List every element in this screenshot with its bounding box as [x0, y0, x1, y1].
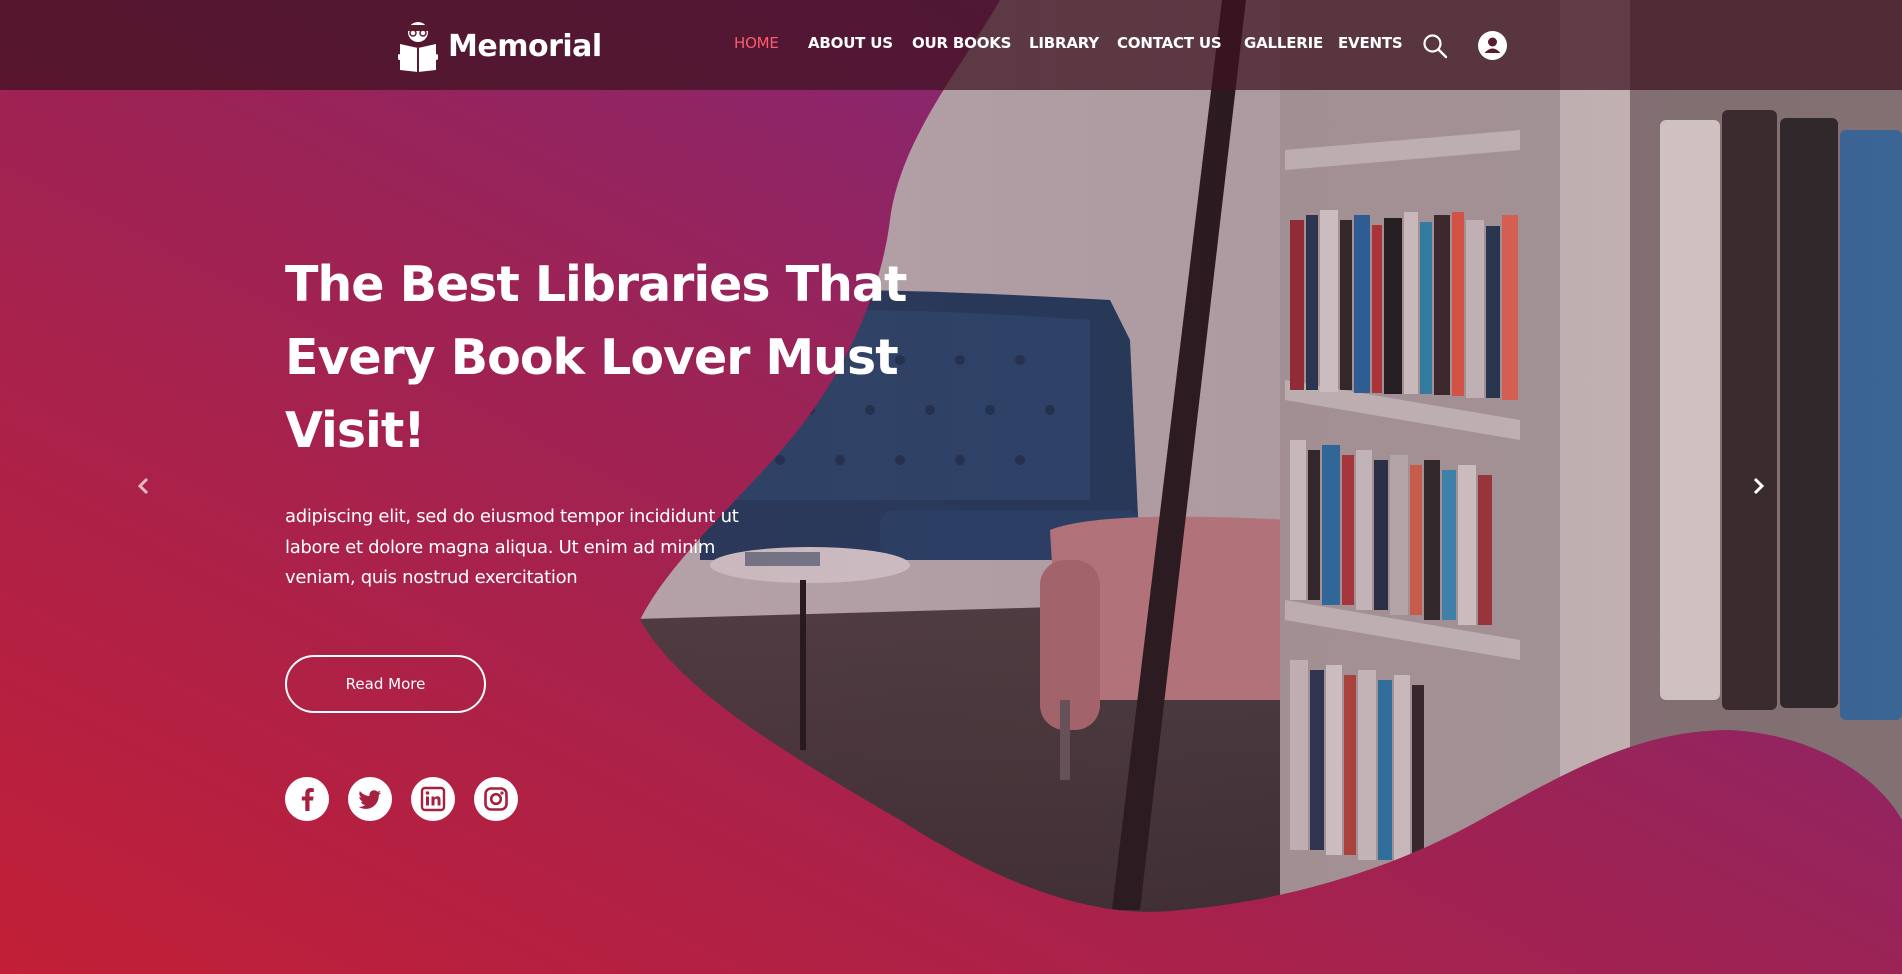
chevron-right-icon — [1753, 477, 1765, 495]
slider-prev-button[interactable] — [132, 474, 156, 498]
reader-logo-icon — [398, 22, 438, 72]
nav-item-gallerie[interactable]: GALLERIE — [1244, 34, 1323, 52]
hero-description-line: veniam, quis nostrud exercitation — [285, 567, 578, 588]
nav-item-home[interactable]: HOME — [734, 34, 779, 52]
brand-name: Memorial — [448, 28, 602, 64]
hero-section: Memorial HOME ABOUT US OUR BOOKS LIBRARY… — [0, 0, 1902, 974]
hero-description-line: adipiscing elit, sed do eiusmod tempor i… — [285, 506, 739, 527]
hero-description: adipiscing elit, sed do eiusmod tempor i… — [285, 502, 770, 594]
twitter-link[interactable] — [348, 777, 392, 821]
instagram-icon — [484, 787, 508, 811]
hero-title-line: Visit! — [285, 402, 426, 459]
search-icon — [1423, 34, 1448, 59]
nav-item-events[interactable]: EVENTS — [1338, 34, 1403, 52]
hero-title: The Best Libraries That Every Book Lover… — [285, 248, 925, 467]
nav-item-contact-us[interactable]: CONTACT US — [1117, 34, 1222, 52]
hero-gradient-overlay — [0, 0, 1902, 974]
chevron-left-icon — [137, 477, 149, 495]
slider-next-button[interactable] — [1746, 474, 1770, 498]
instagram-link[interactable] — [474, 777, 518, 821]
account-button[interactable] — [1478, 31, 1507, 60]
user-icon — [1484, 37, 1501, 53]
nav-item-our-books[interactable]: OUR BOOKS — [912, 34, 1011, 52]
nav-item-library[interactable]: LIBRARY — [1029, 34, 1099, 52]
facebook-link[interactable] — [285, 777, 329, 821]
linkedin-icon — [420, 786, 446, 812]
read-more-button[interactable]: Read More — [285, 655, 486, 713]
linkedin-link[interactable] — [411, 777, 455, 821]
top-navigation-bar: Memorial HOME ABOUT US OUR BOOKS LIBRARY… — [0, 0, 1902, 90]
facebook-icon — [301, 788, 314, 811]
hero-title-line: The Best Libraries That — [285, 256, 907, 313]
twitter-icon — [358, 790, 381, 809]
brand-logo[interactable]: Memorial — [398, 20, 602, 72]
hero-description-line: labore et dolore magna aliqua. Ut enim a… — [285, 536, 716, 558]
hero-title-line: Every Book Lover Must — [285, 329, 899, 386]
nav-item-about-us[interactable]: ABOUT US — [808, 34, 893, 52]
search-button[interactable] — [1422, 33, 1448, 59]
